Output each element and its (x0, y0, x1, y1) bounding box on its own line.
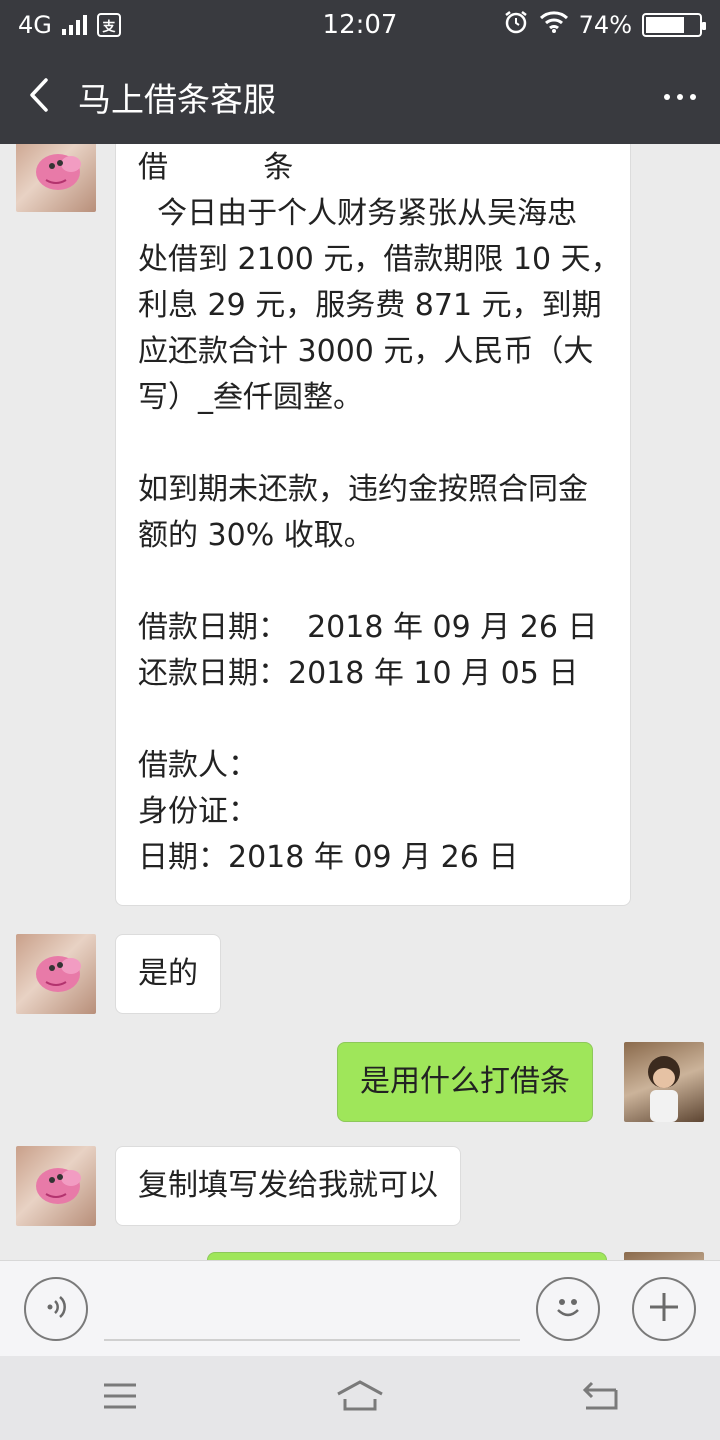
message-line: 利息 29 元，服务费 871 元，到期 (138, 288, 602, 323)
contact-avatar[interactable] (16, 934, 96, 1014)
alarm-icon (503, 9, 529, 41)
chat-header: 马上借条客服 (0, 50, 720, 144)
network-type: 4G (18, 11, 52, 39)
message-bubble-received[interactable]: 借 条 今日由于个人财务紧张从吴海忠 处借到 2100 元，借款期限 10 天，… (115, 144, 631, 906)
home-icon (335, 1379, 385, 1417)
child-avatar-image (648, 1056, 680, 1122)
peppa-avatar-image (36, 956, 81, 992)
chevron-left-icon (27, 77, 51, 117)
message-line: 借款日期： 2018 年 09 月 26 日 (138, 610, 598, 645)
message-line: 写）_叁仟圆整。 (138, 380, 363, 415)
voice-icon (41, 1292, 71, 1326)
more-dot (690, 94, 696, 100)
input-bar (0, 1260, 720, 1356)
message-bubble-sent[interactable]: 是用什么打借条 (337, 1042, 593, 1122)
peppa-avatar-image (36, 154, 81, 190)
alipay-icon: 支 (96, 13, 121, 37)
message-gap (138, 559, 608, 605)
wifi-icon (539, 10, 569, 40)
system-nav-bar (0, 1356, 720, 1440)
message-line: 今日由于个人财务紧张从吴海忠 (138, 196, 578, 231)
emoji-button[interactable] (536, 1277, 600, 1341)
add-button[interactable] (632, 1277, 696, 1341)
battery-percent: 74% (578, 11, 632, 39)
voice-button[interactable] (24, 1277, 88, 1341)
return-button[interactable] (560, 1368, 640, 1428)
emoji-icon (548, 1287, 588, 1331)
message-line: 借款人： (138, 748, 258, 783)
message-input[interactable] (104, 1339, 520, 1341)
my-avatar[interactable] (624, 1252, 704, 1260)
message-line: 额的 30% 收取。 (138, 518, 374, 553)
message-line: 还款日期：2018 年 10 月 05 日 (138, 656, 579, 691)
more-dot (677, 94, 683, 100)
message-line: 如到期未还款，违约金按照合同金 (138, 472, 588, 507)
message-bubble-received[interactable]: 是的 (115, 934, 221, 1014)
message-bubble-sent[interactable] (207, 1252, 607, 1260)
plus-icon (646, 1289, 682, 1329)
status-bar: 4G 支 12:07 74% (0, 0, 720, 50)
message-line: 日期：2018 年 09 月 26 日 (138, 840, 519, 875)
signal-icon (61, 15, 87, 35)
back-button[interactable] (0, 50, 78, 144)
contact-avatar[interactable] (16, 1146, 96, 1226)
menu-button[interactable] (80, 1368, 160, 1428)
message-text: 复制填写发给我就可以 (138, 1168, 438, 1203)
message-text: 是的 (138, 956, 198, 991)
message-line: 应还款合计 3000 元，人民币（大 (138, 334, 594, 369)
message-line: 身份证： (138, 794, 258, 829)
more-button[interactable] (640, 50, 720, 144)
message-gap (138, 697, 608, 743)
message-gap (138, 421, 608, 467)
chat-title: 马上借条客服 (78, 80, 276, 119)
return-icon (580, 1380, 620, 1416)
message-bubble-received[interactable]: 复制填写发给我就可以 (115, 1146, 461, 1226)
more-dots-icon (664, 94, 670, 100)
message-line: 处借到 2100 元，借款期限 10 天， (138, 242, 621, 277)
home-button[interactable] (320, 1368, 400, 1428)
message-line: 借 条 (138, 150, 294, 185)
my-avatar[interactable] (624, 1042, 704, 1122)
contact-avatar[interactable] (16, 144, 96, 212)
peppa-avatar-image (36, 1168, 81, 1204)
menu-icon (102, 1382, 138, 1414)
message-text: 是用什么打借条 (360, 1064, 570, 1099)
battery-icon (642, 13, 706, 37)
chat-area[interactable]: 借 条 今日由于个人财务紧张从吴海忠 处借到 2100 元，借款期限 10 天，… (0, 144, 720, 1260)
